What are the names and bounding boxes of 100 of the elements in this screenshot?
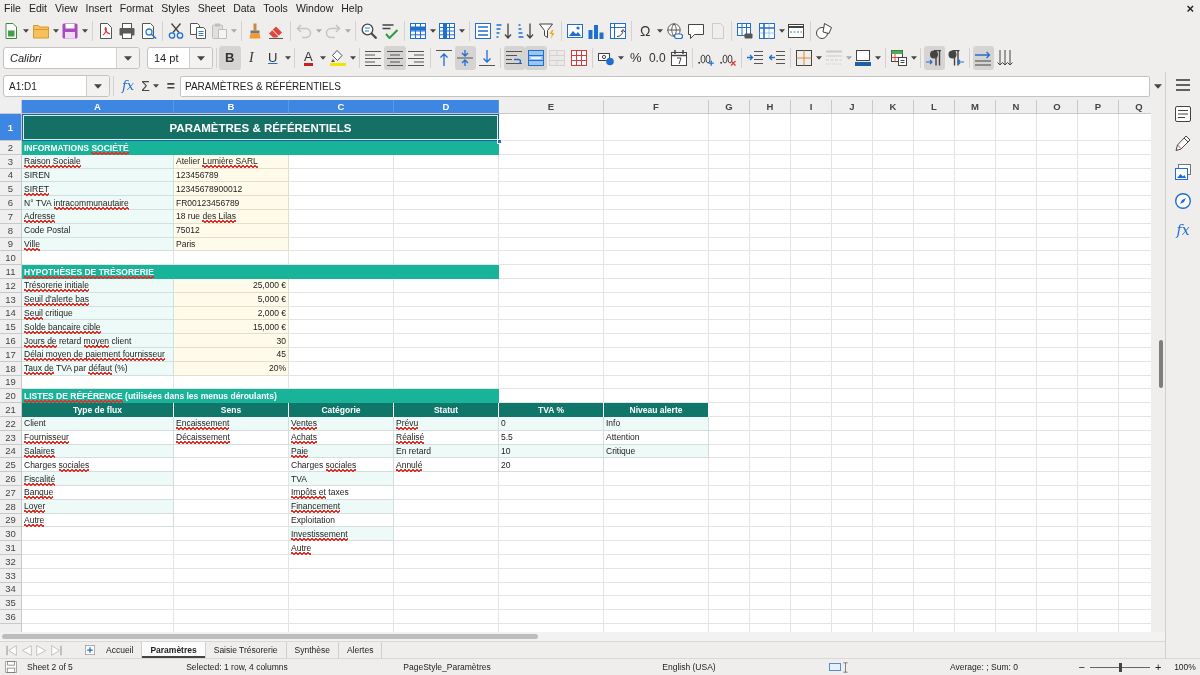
row-header[interactable]: 35: [0, 596, 22, 611]
caret-icon[interactable]: [1154, 83, 1162, 89]
caret-icon[interactable]: [349, 56, 356, 60]
fill-handle[interactable]: [497, 139, 502, 144]
column-header[interactable]: K: [873, 100, 914, 114]
function-wizard-button[interactable]: fx: [119, 77, 138, 95]
menu-icon[interactable]: [1175, 77, 1191, 93]
zoom-in-button[interactable]: +: [1152, 660, 1165, 674]
row-header[interactable]: 26: [0, 472, 22, 486]
compass-icon[interactable]: [1175, 193, 1191, 209]
column-header[interactable]: I: [791, 100, 832, 114]
special-character-button[interactable]: Ω: [634, 19, 656, 42]
row-header[interactable]: 5: [0, 182, 22, 197]
row-header[interactable]: 25: [0, 458, 22, 473]
pictures-icon[interactable]: [1175, 164, 1191, 180]
menu-item[interactable]: File: [0, 1, 25, 16]
percent-format-button[interactable]: %: [625, 46, 647, 70]
add-sheet-icon[interactable]: [85, 645, 95, 655]
align-middle-button[interactable]: [454, 46, 476, 70]
column-header[interactable]: B: [174, 100, 289, 114]
caret-icon[interactable]: [52, 28, 59, 33]
horizontal-scrollbar[interactable]: [0, 632, 1165, 641]
close-button[interactable]: ×: [1184, 1, 1196, 16]
dropdown-button[interactable]: [116, 48, 139, 68]
column-header[interactable]: C: [289, 100, 394, 114]
formula-button[interactable]: =: [163, 77, 178, 95]
column-header[interactable]: G: [709, 100, 750, 114]
menu-item[interactable]: Edit: [24, 1, 51, 16]
wrap-text-button[interactable]: [503, 46, 525, 70]
column-header[interactable]: D: [394, 100, 499, 114]
row-header[interactable]: 16: [0, 334, 22, 348]
font-name-field[interactable]: Calibri: [3, 47, 140, 69]
menu-item[interactable]: Help: [337, 1, 367, 16]
column-header[interactable]: P: [1078, 100, 1119, 114]
column-header[interactable]: N: [996, 100, 1037, 114]
panel-lines-icon[interactable]: [1175, 106, 1191, 122]
row-header[interactable]: 6: [0, 196, 22, 210]
menu-item[interactable]: Styles: [157, 1, 194, 16]
column-header[interactable]: Q: [1119, 100, 1151, 114]
caret-icon[interactable]: [459, 28, 465, 33]
dropdown-button[interactable]: [189, 48, 212, 68]
dropdown-button[interactable]: [86, 76, 109, 96]
caret-icon[interactable]: [152, 84, 159, 88]
column-header[interactable]: J: [832, 100, 873, 114]
row-header[interactable]: 20: [0, 389, 22, 404]
number-format-button[interactable]: 0.0: [646, 46, 668, 70]
sheet-tab[interactable]: Saisie Trésorerie: [205, 642, 287, 658]
row-header[interactable]: 2: [0, 141, 22, 155]
row-header[interactable]: 21: [0, 403, 22, 417]
zoom-out-button[interactable]: −: [1075, 660, 1088, 674]
name-box-field[interactable]: A1:D1: [3, 75, 110, 97]
column-header[interactable]: A: [22, 100, 174, 114]
caret-icon[interactable]: [320, 56, 326, 60]
caret-icon[interactable]: [778, 28, 785, 33]
caret-icon[interactable]: [23, 28, 29, 33]
bold-button[interactable]: B: [219, 46, 241, 70]
row-header[interactable]: 31: [0, 541, 22, 555]
caret-icon[interactable]: [875, 56, 881, 60]
row-header[interactable]: 15: [0, 320, 22, 335]
text-cursor-icon[interactable]: [842, 661, 848, 673]
left-to-right-button[interactable]: [923, 46, 945, 70]
caret-icon[interactable]: [284, 56, 291, 60]
menu-item[interactable]: Data: [229, 1, 260, 16]
caret-icon[interactable]: [82, 28, 88, 33]
pencil-icon[interactable]: [1175, 135, 1191, 151]
sheet-tab[interactable]: Synthèse: [286, 642, 339, 658]
caret-icon[interactable]: [618, 56, 624, 60]
caret-icon[interactable]: [910, 56, 917, 60]
menu-item[interactable]: Format: [115, 1, 158, 16]
menu-item[interactable]: Sheet: [193, 1, 230, 16]
font-color-button[interactable]: A: [297, 46, 319, 70]
menu-item[interactable]: Insert: [81, 1, 116, 16]
scrollbar-thumb[interactable]: [1159, 340, 1163, 388]
zoom-percent-text[interactable]: 100%: [1174, 662, 1196, 672]
column-header[interactable]: F: [604, 100, 709, 114]
caret-icon[interactable]: [816, 56, 822, 60]
sheet-tab[interactable]: Paramètres: [142, 642, 206, 658]
italic-button[interactable]: I: [240, 46, 262, 70]
page-style-text[interactable]: PageStyle_Paramètres: [403, 662, 491, 672]
column-header[interactable]: E: [499, 100, 604, 114]
menu-item[interactable]: View: [51, 1, 82, 16]
slider-thumb[interactable]: [1118, 662, 1122, 672]
text-left-to-right-button[interactable]: [972, 46, 994, 70]
caret-icon[interactable]: [657, 28, 663, 33]
menu-item[interactable]: Tools: [259, 1, 292, 16]
row-header[interactable]: 1: [0, 114, 22, 141]
underline-button[interactable]: U: [262, 46, 284, 70]
align-center-button[interactable]: [384, 46, 406, 70]
language-text[interactable]: English (USA): [662, 662, 716, 672]
column-header[interactable]: M: [955, 100, 996, 114]
row-header[interactable]: 10: [0, 251, 22, 266]
formula-input-field[interactable]: PARAMÈTRES & RÉFÉRENTIELS: [180, 75, 1150, 97]
sum-button[interactable]: Σ: [139, 77, 152, 95]
row-header[interactable]: 30: [0, 527, 22, 542]
functions-button[interactable]: fx: [1176, 222, 1190, 238]
caret-icon[interactable]: [429, 28, 436, 33]
column-header[interactable]: O: [1037, 100, 1078, 114]
merge-center-button[interactable]: [525, 46, 547, 70]
menu-item[interactable]: Window: [291, 1, 338, 16]
row-header[interactable]: 11: [0, 265, 22, 279]
